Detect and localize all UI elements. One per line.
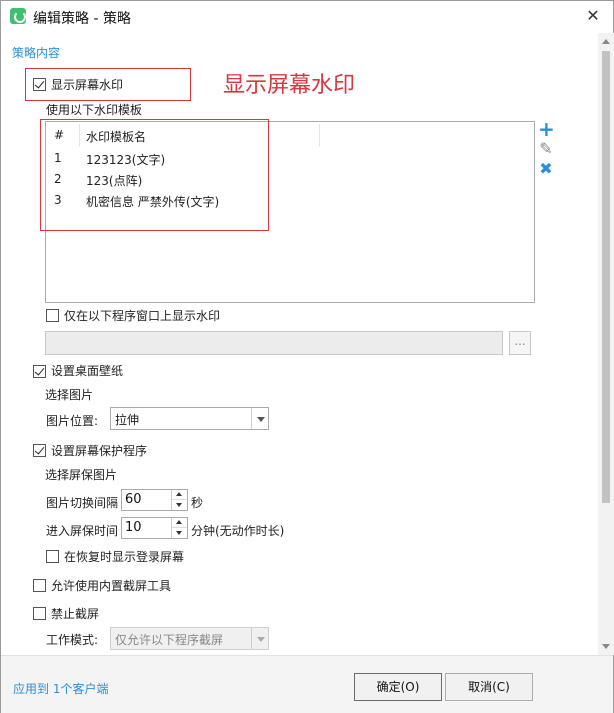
idle-time-stepper[interactable]: 10 [121,517,188,539]
interval-value: 60 [125,492,142,507]
work-mode-select: 仅允许以下程序截屏 [110,627,269,650]
scroll-up-icon[interactable] [598,33,614,49]
show-watermark-label: 显示屏幕水印 [51,78,124,92]
stepper-buttons [171,490,187,510]
chevron-down-icon [251,628,268,649]
pencil-icon[interactable]: ✎ [538,141,554,157]
highlight-box-list [40,119,269,231]
allow-builtin-screenshot-checkbox[interactable] [33,579,46,592]
chevron-down-icon [251,408,268,429]
disable-screenshot-checkbox[interactable] [33,607,46,620]
template-list-label: 使用以下水印模板 [46,103,143,117]
interval-stepper[interactable]: 60 [121,489,188,511]
interval-unit: 秒 [191,496,204,510]
idle-time-value: 10 [125,520,142,535]
set-wallpaper-label: 设置桌面壁纸 [51,364,124,378]
work-mode-label: 工作模式: [46,633,99,647]
title-bar: 编辑策略 - 策略 ✕ [1,1,613,33]
stepper-buttons [171,518,187,538]
only-windows-label: 仅在以下程序窗口上显示水印 [64,309,221,323]
choose-image-link[interactable]: 选择图片 [45,386,93,403]
show-watermark-checkbox[interactable] [33,78,46,91]
idle-time-unit: 分钟(无动作时长) [191,524,285,538]
x-icon[interactable]: ✖ [538,161,554,177]
column-separator [319,124,320,146]
image-position-value: 拉伸 [115,413,140,427]
login-on-resume-checkbox[interactable] [46,550,59,563]
login-on-resume-label: 在恢复时显示登录屏幕 [64,550,185,564]
scroll-down-icon[interactable] [598,639,614,655]
plus-icon[interactable]: + [538,119,555,139]
dialog-footer: 应用到 1个客户端 确定(O) 取消(C) [1,655,613,713]
ok-button[interactable]: 确定(O) [354,673,442,701]
choose-screensaver-image-link[interactable]: 选择屏保图片 [45,466,117,483]
only-windows-checkbox[interactable] [46,309,59,322]
image-position-label: 图片位置: [46,414,99,428]
interval-label: 图片切换间隔 [46,496,119,510]
window-title: 编辑策略 - 策略 [33,11,131,27]
stepper-down-icon[interactable] [172,528,187,538]
set-screensaver-checkbox[interactable] [33,444,46,457]
browse-button: ... [509,331,531,355]
program-window-input [45,331,503,355]
edit-policy-window: 编辑策略 - 策略 ✕ 策略内容 显示屏幕水印 显示屏幕水印 使用以下水印模板 … [0,0,614,713]
disable-screenshot-label: 禁止截屏 [51,607,100,621]
cancel-button[interactable]: 取消(C) [445,673,533,701]
vertical-scrollbar[interactable] [598,33,614,655]
image-position-select[interactable]: 拉伸 [110,407,269,430]
stepper-down-icon[interactable] [172,500,187,510]
set-wallpaper-checkbox[interactable] [33,365,46,378]
annotation-text: 显示屏幕水印 [223,73,356,98]
app-logo-icon [10,8,26,24]
allow-builtin-screenshot-label: 允许使用内置截屏工具 [51,579,172,593]
section-title: 策略内容 [12,46,61,60]
stepper-up-icon[interactable] [172,518,187,528]
set-screensaver-label: 设置屏幕保护程序 [51,444,148,458]
work-mode-value: 仅允许以下程序截屏 [115,633,224,647]
idle-time-label: 进入屏保时间 [46,524,119,538]
scroll-thumb[interactable] [602,51,610,503]
stepper-up-icon[interactable] [172,490,187,500]
close-button[interactable]: ✕ [581,5,605,27]
apply-to-clients-link[interactable]: 应用到 1个客户端 [13,680,108,697]
